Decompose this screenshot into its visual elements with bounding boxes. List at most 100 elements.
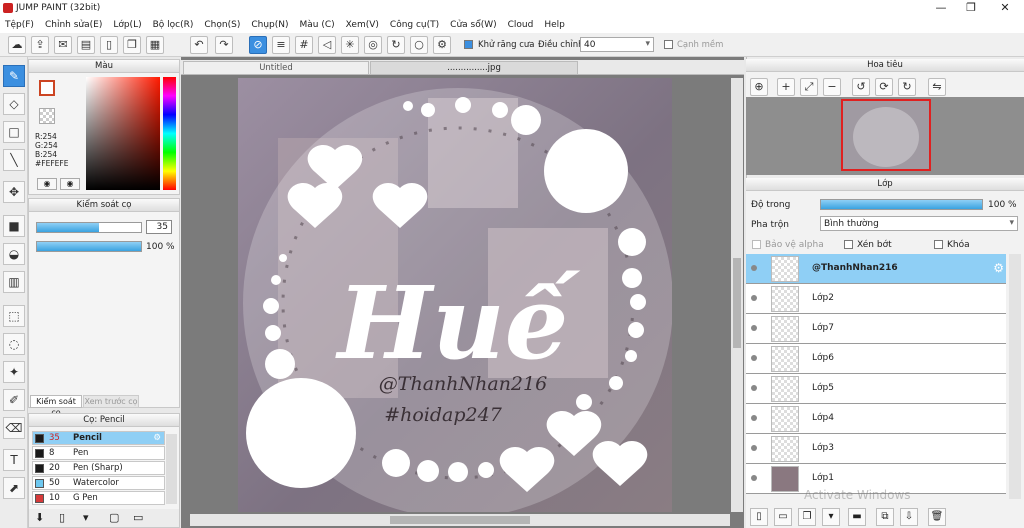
menu-file[interactable]: Tệp(F) (5, 20, 34, 30)
export-icon[interactable]: ⇪ (31, 36, 49, 54)
menu-filter[interactable]: Bộ lọc(R) (153, 20, 194, 30)
pen-item[interactable]: 8 Pen (32, 446, 165, 460)
layer-row[interactable]: Lớp5 (746, 374, 1006, 404)
redo-icon[interactable]: ↷ (215, 36, 233, 54)
pen-item[interactable]: 10 G Pen (32, 491, 165, 505)
ellipse-icon[interactable]: ○ (410, 36, 428, 54)
transparent-color-swatch[interactable] (39, 108, 55, 124)
flip-icon[interactable]: ⇋ (928, 78, 946, 96)
pen-item[interactable]: 50 Watercolor (32, 476, 165, 490)
brush-menu-icon[interactable]: ▾ (83, 511, 89, 524)
pen-item[interactable]: 35 Pencil ⚙ (32, 431, 165, 445)
page-icon[interactable]: ▯ (100, 36, 118, 54)
magic-wand-tool-icon[interactable]: ✦ (3, 361, 25, 383)
tab-brush-preview[interactable]: Xem trước cọ (83, 395, 139, 408)
antialias-checkbox[interactable] (464, 40, 473, 50)
menu-view[interactable]: Xem(V) (346, 20, 379, 30)
settings-icon[interactable]: ⚙ (433, 36, 451, 54)
menu-cloud[interactable]: Cloud (508, 20, 534, 30)
line-tool-icon[interactable]: ╲ (3, 149, 25, 171)
close-button[interactable]: ✕ (988, 0, 1022, 17)
layer-list-scrollbar[interactable] (1009, 254, 1021, 499)
menu-capture[interactable]: Chụp(N) (251, 20, 288, 30)
pattern-off-icon[interactable]: ⊘ (249, 36, 267, 54)
comment-list-icon[interactable]: ▤ (77, 36, 95, 54)
menu-tools[interactable]: Công cụ(T) (390, 20, 439, 30)
layer-row[interactable]: Lớp3 (746, 434, 1006, 464)
download-brush-icon[interactable]: ⬇ (35, 511, 44, 524)
lock-checkbox[interactable] (934, 240, 943, 250)
grid-icon[interactable]: # (295, 36, 313, 54)
visibility-icon[interactable] (751, 415, 757, 421)
operation-tool-icon[interactable]: ⬈ (3, 477, 25, 499)
soft-edge-checkbox[interactable] (664, 40, 673, 50)
maximize-button[interactable]: ❐ (954, 0, 988, 17)
menu-edit[interactable]: Chỉnh sửa(E) (45, 20, 102, 30)
rotate-reset-icon[interactable]: ⟳ (875, 78, 893, 96)
canvas-hscroll-thumb[interactable] (390, 516, 530, 524)
rotate-right-icon[interactable]: ↻ (898, 78, 916, 96)
menu-layer[interactable]: Lớp(L) (113, 20, 141, 30)
new-brush-icon[interactable]: ▯ (59, 511, 65, 524)
palette-icon[interactable]: ◉ (37, 178, 57, 190)
tab-jpg-file[interactable]: ...............jpg (370, 61, 578, 75)
visibility-icon[interactable] (751, 445, 757, 451)
layer-opacity-slider[interactable] (820, 199, 983, 210)
layer-copy-icon[interactable]: ❐ (798, 508, 816, 526)
zoom-out-icon[interactable]: − (823, 78, 841, 96)
select-rect-tool-icon[interactable]: ⬚ (3, 305, 25, 327)
radial-icon[interactable]: ✳ (341, 36, 359, 54)
bucket-tool-icon[interactable]: ◒ (3, 243, 25, 265)
curve-icon[interactable]: ↻ (387, 36, 405, 54)
canvas-vscrollbar[interactable] (731, 78, 743, 512)
tab-brush-control[interactable]: Kiểm soát cọ (30, 395, 82, 417)
menu-color[interactable]: Màu (C) (300, 20, 335, 30)
clip-checkbox[interactable] (844, 240, 853, 250)
new-layer-icon[interactable]: ▯ (750, 508, 768, 526)
hatch-icon[interactable]: ≡ (272, 36, 290, 54)
brush-size-slider[interactable] (36, 222, 142, 233)
canvas-vscroll-thumb[interactable] (733, 258, 741, 348)
foreground-color-swatch[interactable] (39, 80, 55, 96)
menu-window[interactable]: Cửa sổ(W) (450, 20, 496, 30)
tab-untitled[interactable]: Untitled (183, 61, 369, 75)
menu-select[interactable]: Chọn(S) (204, 20, 240, 30)
layer-row[interactable]: Lớp4 (746, 404, 1006, 434)
gradient-tool-icon[interactable]: ▥ (3, 271, 25, 293)
brush-size-input[interactable]: 35 (146, 220, 172, 234)
saturation-value-picker[interactable] (86, 77, 160, 190)
zoom-fit-icon[interactable]: ⊕ (750, 78, 768, 96)
rect-tool-icon[interactable]: □ (3, 121, 25, 143)
layer-row[interactable]: @ThanhNhan216 ⚙ (746, 254, 1006, 284)
lasso-tool-icon[interactable]: ◌ (3, 333, 25, 355)
visibility-icon[interactable] (751, 265, 757, 271)
visibility-icon[interactable] (751, 325, 757, 331)
fill-rect-tool-icon[interactable]: ■ (3, 215, 25, 237)
visibility-icon[interactable] (751, 295, 757, 301)
layer-row[interactable]: Lớp6 (746, 344, 1006, 374)
undo-icon[interactable]: ↶ (190, 36, 208, 54)
canvas-hscrollbar[interactable] (190, 514, 730, 526)
eraser-tool-icon[interactable]: ◇ (3, 93, 25, 115)
text-tool-icon[interactable]: T (3, 449, 25, 471)
blend-mode-select[interactable]: Bình thường ▾ (820, 216, 1018, 231)
hue-slider[interactable] (163, 77, 176, 190)
brush-opacity-slider[interactable] (36, 241, 142, 252)
trash-icon[interactable]: 🗑 (928, 508, 946, 526)
navigator-view[interactable] (746, 97, 1024, 175)
fit-window-icon[interactable]: ⤢ (800, 78, 818, 96)
pages-icon[interactable]: ❐ (123, 36, 141, 54)
grid-layout-icon[interactable]: ▦ (146, 36, 164, 54)
pen-item[interactable]: 20 Pen (Sharp) (32, 461, 165, 475)
brush-tool-icon[interactable]: ✎ (3, 65, 25, 87)
perspective-icon[interactable]: ◁ (318, 36, 336, 54)
layer-menu-icon[interactable]: ▾ (822, 508, 840, 526)
select-eraser-tool-icon[interactable]: ⌫ (3, 417, 25, 439)
zoom-in-icon[interactable]: + (777, 78, 795, 96)
gear-icon[interactable]: ⚙ (993, 261, 1004, 275)
folder-icon[interactable]: ▬ (848, 508, 866, 526)
gear-icon[interactable]: ⚙ (153, 432, 161, 444)
visibility-icon[interactable] (751, 385, 757, 391)
new-layer-folder-icon[interactable]: ▭ (774, 508, 792, 526)
select-pen-tool-icon[interactable]: ✐ (3, 389, 25, 411)
